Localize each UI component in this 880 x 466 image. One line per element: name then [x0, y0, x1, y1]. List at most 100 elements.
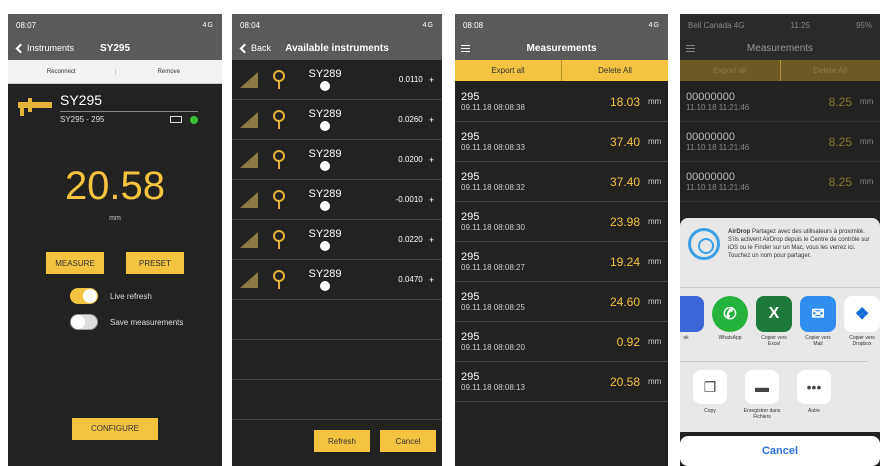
mail-icon: ✉ — [800, 296, 836, 332]
share-app-label: Copier vers Mail — [805, 335, 831, 347]
dropbox-icon: ❖ — [844, 296, 880, 332]
measurement-timestamp: 09.11.18 08:08:32 — [461, 183, 525, 192]
status-bar: 08:08 4G — [455, 14, 668, 36]
more-action[interactable]: ••• Autre — [794, 370, 834, 420]
measurement-timestamp: 09.11.18 08:08:27 — [461, 263, 525, 272]
copy-action[interactable]: ❐ Copy — [690, 370, 730, 420]
signal-strength-icon — [240, 231, 258, 248]
refresh-button[interactable]: Refresh — [314, 430, 370, 452]
instrument-badge-icon — [320, 241, 330, 251]
measurement-value: 0.92 — [616, 334, 640, 349]
status-signal: 4G — [648, 21, 660, 29]
instrument-row[interactable]: SY289 0.0470 + — [232, 260, 442, 300]
measurement-row[interactable]: 295 09.11.18 08:08:30 23.98 mm — [455, 202, 668, 242]
save-to-files-action[interactable]: ▬ Enregistrer dans Fichiers — [742, 370, 782, 420]
share-app-dropbox[interactable]: ❖ Copier vers Dropbox — [844, 296, 880, 361]
measurement-row[interactable]: 295 09.11.18 08:08:33 37.40 mm — [455, 122, 668, 162]
measurement-row[interactable]: 00000000 11.10.18 11:21:46 8.25 mm — [680, 82, 880, 122]
measurement-timestamp: 11.10.18 11:21:46 — [686, 143, 750, 152]
action-label: Autre — [808, 408, 820, 414]
share-app-whatsapp[interactable]: ✆ WhatsApp — [712, 296, 748, 361]
add-instrument-button[interactable]: + — [429, 155, 434, 165]
hamburger-icon[interactable] — [461, 44, 470, 52]
airdrop-description: AirDrop Partagez avec des utilisateurs à… — [728, 228, 872, 277]
location-pin-icon — [272, 149, 286, 170]
whatsapp-icon: ✆ — [712, 296, 748, 332]
instrument-row[interactable]: SY289 -0.0010 + — [232, 180, 442, 220]
nav-bar: Measurements — [455, 36, 668, 60]
instrument-value: -0.0010 — [395, 195, 423, 204]
measurement-code: 00000000 — [686, 131, 735, 143]
reconnect-button[interactable]: Reconnect — [8, 69, 115, 75]
add-instrument-button[interactable]: + — [429, 275, 434, 285]
measurement-timestamp: 09.11.18 08:08:13 — [461, 383, 525, 392]
instrument-row[interactable]: SY289 0.0220 + — [232, 220, 442, 260]
preset-button[interactable]: PRESET — [126, 252, 184, 274]
share-app-excel[interactable]: X Copier vers Excel — [756, 296, 792, 361]
measurement-timestamp: 09.11.18 08:08:33 — [461, 143, 525, 152]
share-cancel-button[interactable]: Cancel — [680, 436, 880, 466]
configure-button[interactable]: CONFIGURE — [72, 418, 158, 440]
measurement-row[interactable]: 295 09.11.18 08:08:32 37.40 mm — [455, 162, 668, 202]
measurement-value: 8.25 — [828, 174, 852, 189]
status-carrier: Bell Canada 4G — [688, 20, 745, 30]
instrument-badge-icon — [320, 81, 330, 91]
remove-button[interactable]: Remove — [114, 68, 223, 75]
measurement-unit: mm — [648, 337, 662, 346]
instrument-row[interactable]: SY289 0.0110 + — [232, 60, 442, 100]
measurement-row[interactable]: 295 09.11.18 08:08:38 18.03 mm — [455, 82, 668, 122]
measurement-row[interactable]: 00000000 11.10.18 11:21:46 8.25 mm — [680, 122, 880, 162]
folder-icon: ▬ — [745, 370, 779, 404]
add-instrument-button[interactable]: + — [429, 195, 434, 205]
empty-row — [232, 380, 442, 420]
measurement-value: 37.40 — [609, 134, 640, 149]
screen-instrument-detail: 08:07 4G Instruments SY295 Reconnect Rem… — [8, 14, 222, 466]
measurement-code: 295 — [461, 331, 480, 343]
action-label: Enregistrer dans Fichiers — [743, 408, 781, 420]
back-button[interactable]: Back — [238, 43, 271, 53]
more-icon: ••• — [797, 370, 831, 404]
share-app-label: Copier vers Dropbox — [849, 335, 875, 347]
airdrop-section[interactable]: AirDrop Partagez avec des utilisateurs à… — [680, 218, 880, 288]
excel-icon: X — [756, 296, 792, 332]
action-label: Copy — [704, 408, 716, 414]
measurement-list: 295 09.11.18 08:08:38 18.03 mm 295 09.11.1… — [455, 82, 668, 402]
measurement-value: 23.98 — [609, 214, 640, 229]
measurement-unit: mm — [648, 177, 662, 186]
save-measurements-toggle[interactable] — [70, 314, 98, 330]
chevron-left-icon — [15, 43, 26, 53]
instrument-row[interactable]: SY289 0.0260 + — [232, 100, 442, 140]
measurement-timestamp: 09.11.18 08:08:20 — [461, 343, 525, 352]
measurement-row[interactable]: 295 09.11.18 08:08:20 0.92 mm — [455, 322, 668, 362]
add-instrument-button[interactable]: + — [429, 235, 434, 245]
back-button[interactable]: Instruments — [14, 43, 74, 53]
delete-all-button[interactable]: Delete All — [779, 60, 880, 81]
measurement-code: 295 — [461, 171, 480, 183]
connection-status-icon — [190, 115, 198, 124]
hamburger-icon[interactable] — [686, 44, 695, 52]
add-instrument-button[interactable]: + — [429, 75, 434, 85]
device-row: SY295 SY295 - 295 — [8, 84, 222, 124]
live-refresh-toggle[interactable] — [70, 288, 98, 304]
battery-icon — [170, 116, 182, 123]
export-all-button[interactable]: Export all — [455, 60, 561, 81]
share-app-mail[interactable]: ✉ Copier vers Mail — [800, 296, 836, 361]
measurement-row[interactable]: 295 09.11.18 08:08:13 20.58 mm — [455, 362, 668, 402]
measurement-row[interactable]: 295 09.11.18 08:08:27 19.24 mm — [455, 242, 668, 282]
export-all-button[interactable]: Export all — [680, 60, 780, 81]
live-refresh-label: Live refresh — [110, 291, 152, 301]
cancel-button[interactable]: Cancel — [380, 430, 436, 452]
delete-all-button[interactable]: Delete All — [561, 60, 668, 81]
segmented-control: Reconnect Remove — [8, 60, 222, 84]
reading-unit: mm — [109, 215, 121, 222]
measurement-code: 00000000 — [686, 171, 735, 183]
measurement-row[interactable]: 295 09.11.18 08:08:25 24.60 mm — [455, 282, 668, 322]
measurement-unit: mm — [648, 297, 662, 306]
share-app-partial[interactable]: ok — [680, 296, 704, 361]
add-instrument-button[interactable]: + — [429, 115, 434, 125]
measurement-value: 8.25 — [828, 134, 852, 149]
measurement-code: 295 — [461, 211, 480, 223]
instrument-row[interactable]: SY289 0.0200 + — [232, 140, 442, 180]
measure-button[interactable]: MEASURE — [46, 252, 104, 274]
measurement-row[interactable]: 00000000 11.10.18 11:21:46 8.25 mm — [680, 162, 880, 202]
